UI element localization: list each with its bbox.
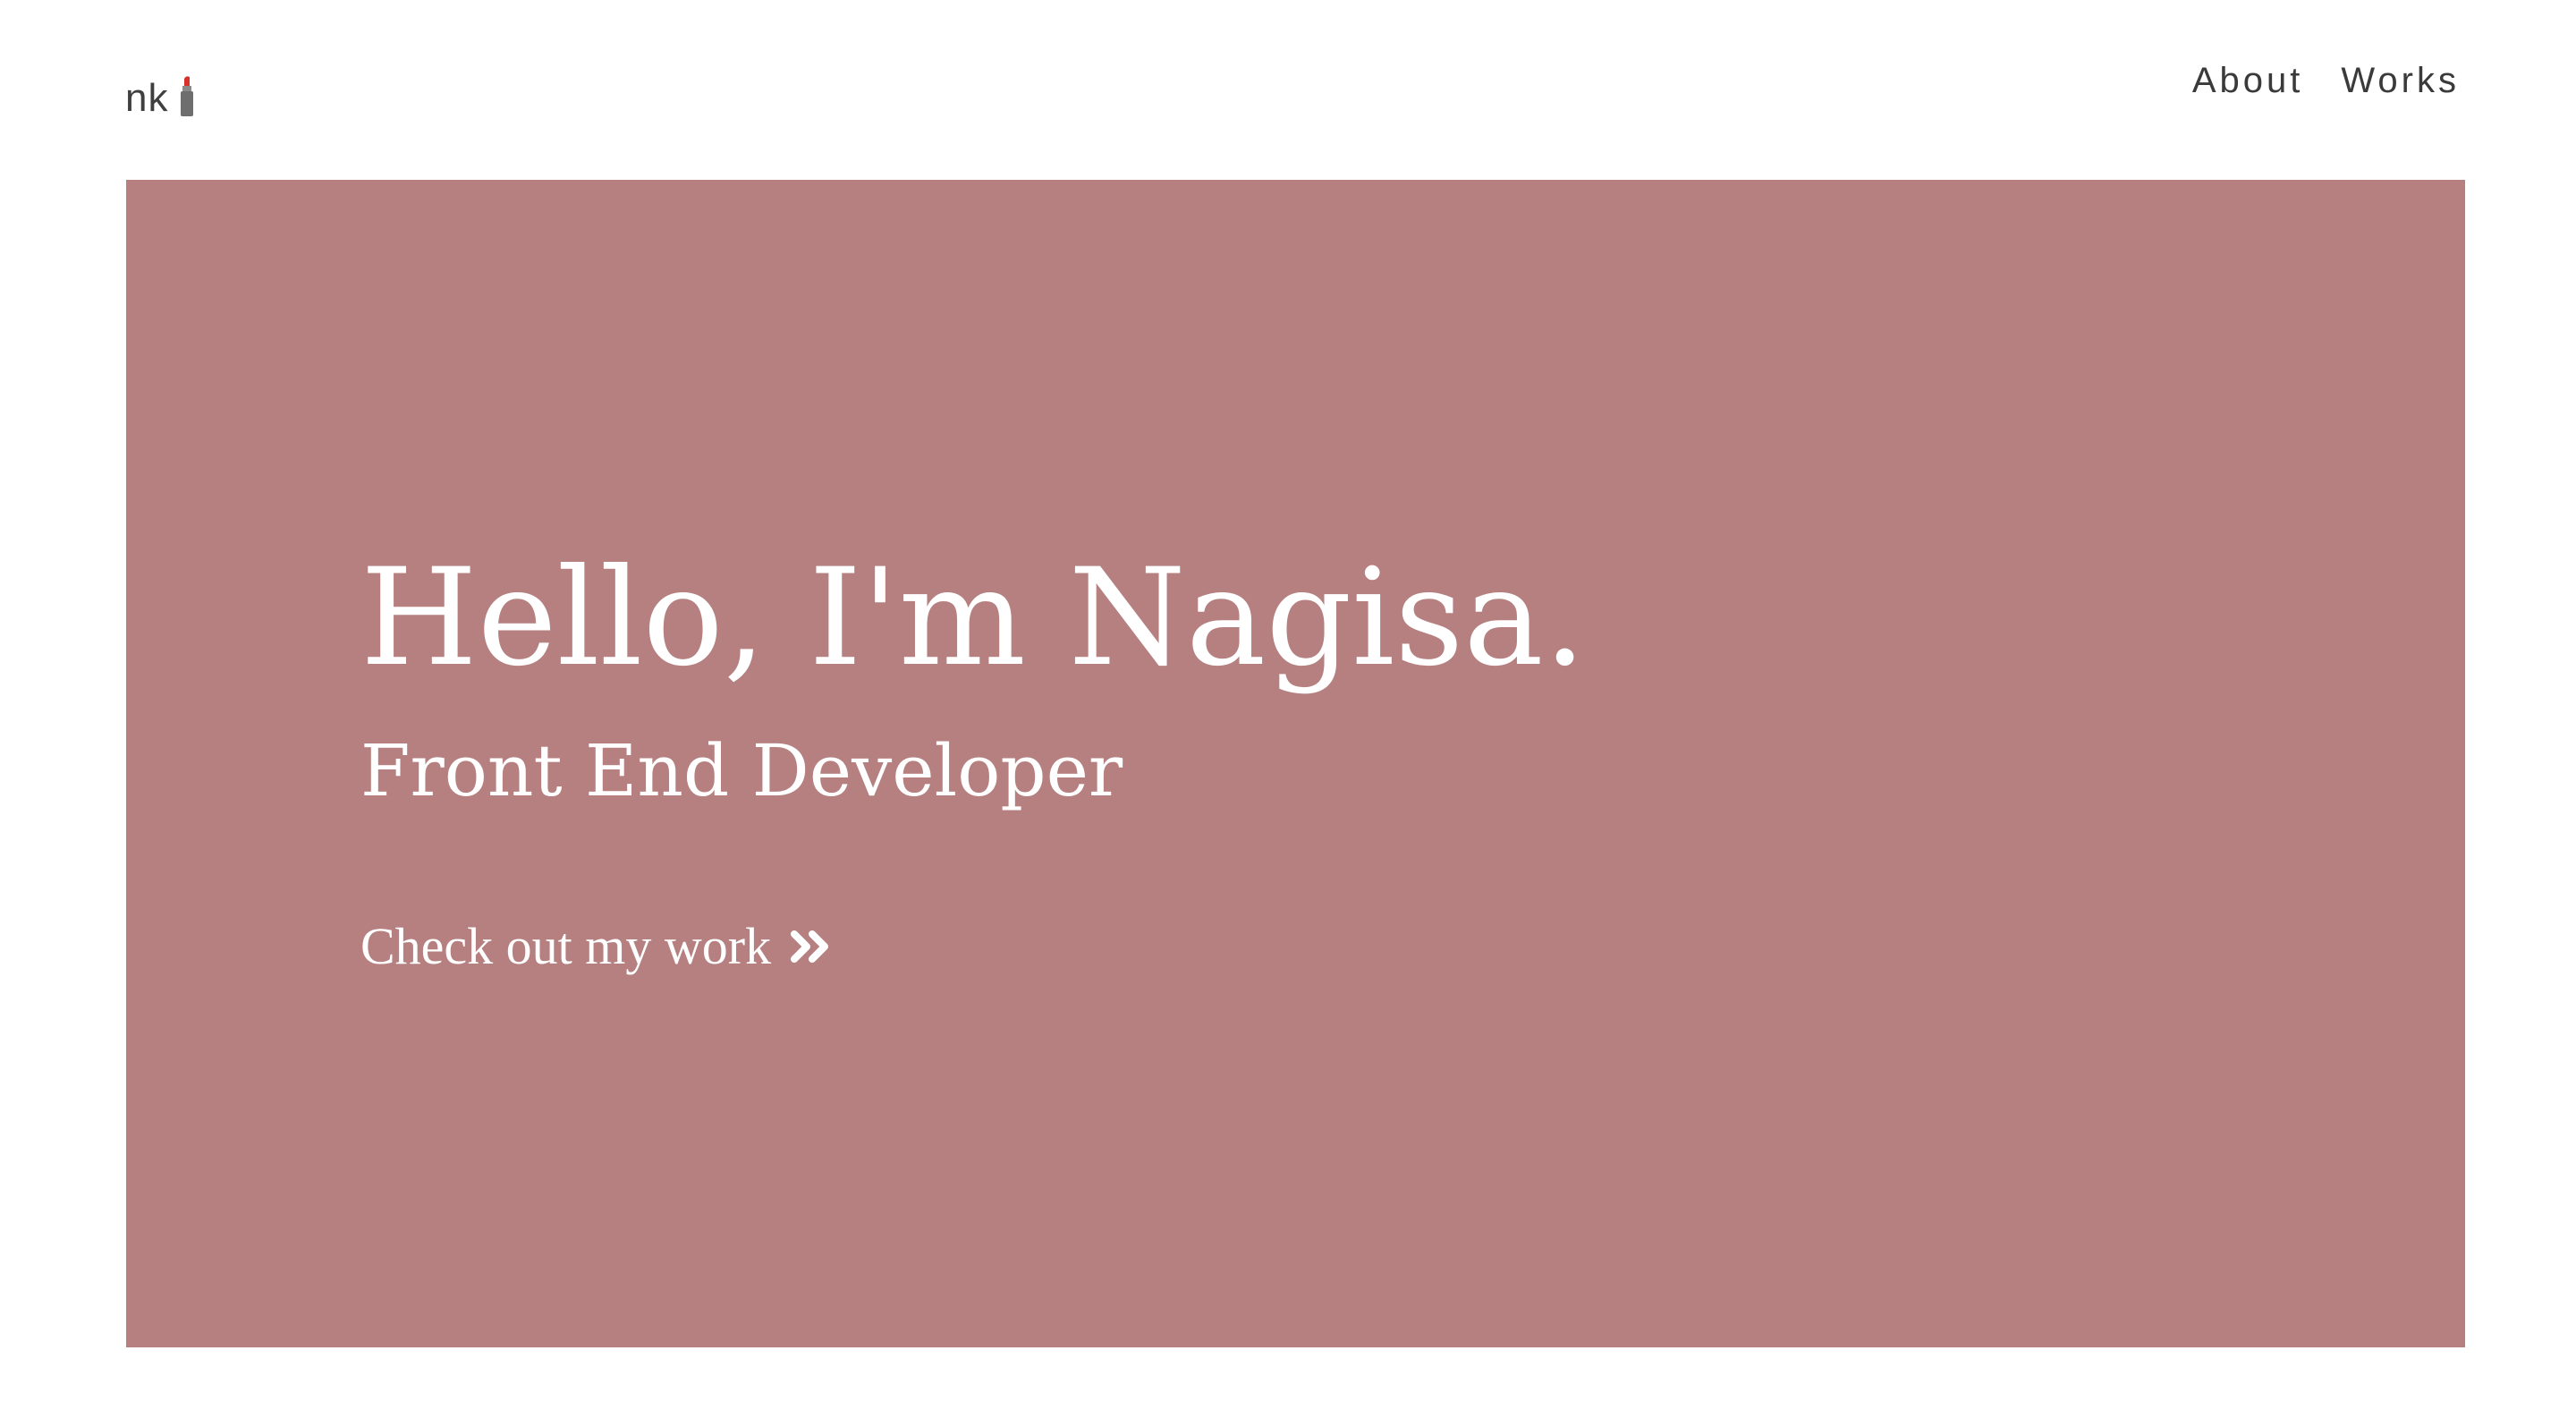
main-nav: About Works bbox=[2192, 63, 2460, 98]
nav-link-about[interactable]: About bbox=[2192, 63, 2304, 98]
nav-link-works[interactable]: Works bbox=[2341, 63, 2460, 98]
hero-title: Hello, I'm Nagisa. bbox=[360, 540, 1587, 696]
hero-section: Hello, I'm Nagisa. Front End Developer C… bbox=[126, 180, 2465, 1347]
double-chevron-right-icon bbox=[791, 929, 834, 964]
lipstick-icon bbox=[179, 75, 195, 116]
logo-link[interactable]: nk bbox=[125, 64, 195, 118]
cta-label: Check out my work bbox=[360, 917, 772, 975]
check-out-work-link[interactable]: Check out my work bbox=[360, 915, 834, 978]
hero-subtitle: Front End Developer bbox=[360, 729, 1123, 812]
site-header: nk About Works bbox=[0, 0, 2576, 179]
logo-text: nk bbox=[125, 76, 169, 120]
